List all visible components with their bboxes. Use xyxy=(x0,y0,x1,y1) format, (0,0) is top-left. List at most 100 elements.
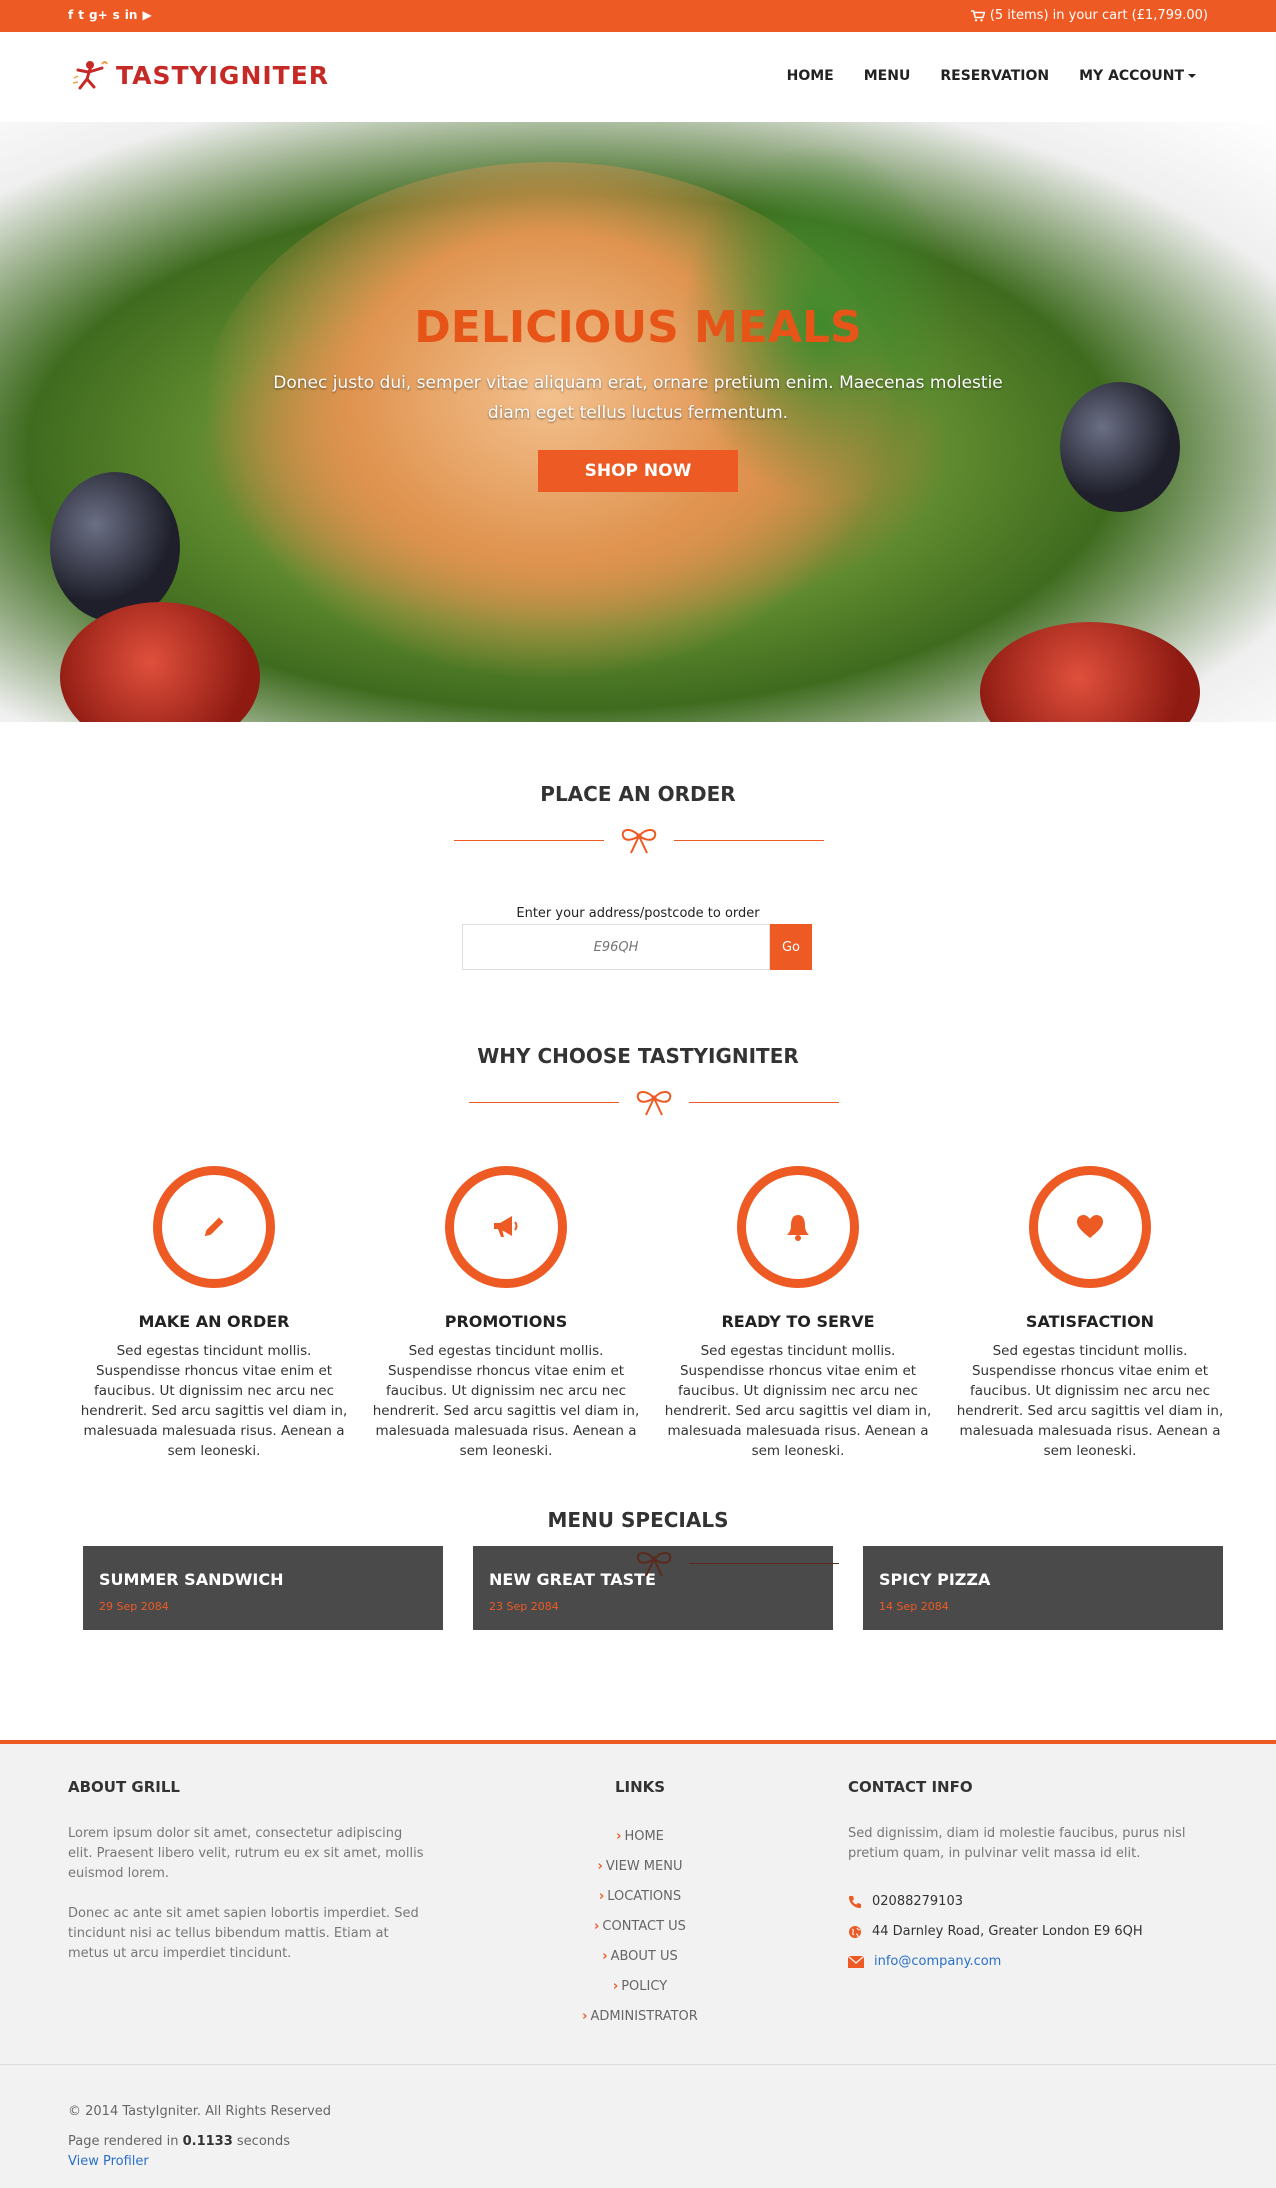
footer-link-policy[interactable]: › POLICY xyxy=(500,1972,780,2002)
render-time: Page rendered in 0.1133 seconds xyxy=(68,2134,290,2149)
nav-my-account[interactable]: MY ACCOUNT xyxy=(1079,68,1196,84)
footer-link-view-menu[interactable]: › VIEW MENU xyxy=(500,1852,780,1882)
feature-satisfaction: SATISFACTION Sed egestas tincidunt molli… xyxy=(952,1166,1228,1461)
footer-link-about-us[interactable]: › ABOUT US xyxy=(500,1942,780,1972)
twitter-icon[interactable]: t xyxy=(78,8,84,22)
nav-home[interactable]: HOME xyxy=(787,68,834,84)
footer-link-label: CONTACT US xyxy=(602,1919,686,1934)
nav-menu[interactable]: MENU xyxy=(864,68,911,84)
bell-icon xyxy=(787,1215,809,1241)
about-text-2: Donec ac ante sit amet sapien lobortis i… xyxy=(68,1906,419,1961)
about-text-1: Lorem ipsum dolor sit amet, consectetur … xyxy=(68,1826,424,1881)
special-date: 29 Sep 2084 xyxy=(99,1600,169,1613)
chevron-right-icon: › xyxy=(597,1859,603,1874)
special-card[interactable]: SPICY PIZZA 14 Sep 2084 xyxy=(863,1546,1223,1630)
site-logo[interactable]: TASTYIGNITER xyxy=(72,58,329,92)
main-nav: HOME MENU RESERVATION MY ACCOUNT xyxy=(787,68,1196,84)
special-card[interactable]: SUMMER SANDWICH 29 Sep 2084 xyxy=(83,1546,443,1630)
top-bar: f t g+ s in ▶ (5 items) in your cart (£1… xyxy=(0,0,1276,32)
nav-reservation[interactable]: RESERVATION xyxy=(940,68,1049,84)
footer-link-home[interactable]: › HOME xyxy=(500,1822,780,1852)
chevron-right-icon: › xyxy=(598,1889,605,1904)
about-title: ABOUT GRILL xyxy=(68,1778,180,1796)
go-button[interactable]: Go xyxy=(770,924,812,970)
site-footer: ABOUT GRILL Lorem ipsum dolor sit amet, … xyxy=(0,1740,1276,2188)
feature-ready-to-serve: READY TO SERVE Sed egestas tincidunt mol… xyxy=(660,1166,936,1461)
site-header: TASTYIGNITER HOME MENU RESERVATION MY AC… xyxy=(0,32,1276,122)
view-profiler-link[interactable]: View Profiler xyxy=(68,2154,149,2169)
contact-title: CONTACT INFO xyxy=(848,1778,973,1796)
chevron-right-icon: › xyxy=(582,2009,588,2024)
youtube-icon[interactable]: ▶ xyxy=(142,8,151,22)
contact-address: 44 Darnley Road, Greater London E9 6QH xyxy=(848,1924,1143,1939)
globe-icon xyxy=(849,1925,861,1938)
divider-line-right xyxy=(689,1102,839,1103)
bow-icon xyxy=(621,829,657,854)
hero-olive-left xyxy=(50,472,180,622)
footer-link-locations[interactable]: › LOCATIONS xyxy=(500,1882,780,1912)
google-plus-icon[interactable]: g+ xyxy=(89,8,108,22)
feature-text: Sed egestas tincidunt mollis. Suspendiss… xyxy=(956,1343,1224,1459)
footer-link-administrator[interactable]: › ADMINISTRATOR xyxy=(500,2002,780,2032)
feature-title: MAKE AN ORDER xyxy=(138,1312,290,1331)
linkedin-icon[interactable]: in xyxy=(125,8,138,22)
place-order-title: PLACE AN ORDER xyxy=(540,782,736,806)
feature-text: Sed egestas tincidunt mollis. Suspendiss… xyxy=(664,1343,932,1459)
caret-down-icon xyxy=(1188,74,1196,78)
chevron-right-icon: › xyxy=(594,1919,600,1934)
feature-ring xyxy=(153,1166,275,1288)
hero-text: Donec justo dui, semper vitae aliquam er… xyxy=(273,373,1003,423)
phone-number: 02088279103 xyxy=(872,1894,963,1909)
footer-divider xyxy=(0,2064,1276,2065)
bow-icon xyxy=(636,1552,672,1577)
envelope-icon xyxy=(848,1955,864,1968)
divider-line-right xyxy=(674,840,824,841)
email-link[interactable]: info@company.com xyxy=(874,1954,1001,1969)
footer-link-label: LOCATIONS xyxy=(607,1889,682,1904)
bow-icon xyxy=(636,1091,672,1116)
special-name: SPICY PIZZA xyxy=(879,1570,991,1589)
skype-icon[interactable]: s xyxy=(113,8,120,22)
render-time-prefix: Page rendered in xyxy=(68,2134,179,2149)
cart-summary: (5 items) in your cart (£1,799.00) xyxy=(989,8,1208,23)
feature-text: Sed egestas tincidunt mollis. Suspendiss… xyxy=(372,1343,640,1459)
contact-phone: 02088279103 xyxy=(848,1894,963,1909)
footer-link-label: VIEW MENU xyxy=(605,1859,683,1874)
feature-title: PROMOTIONS xyxy=(444,1312,568,1331)
section-divider xyxy=(469,1087,839,1117)
links-title: LINKS xyxy=(614,1778,666,1796)
megaphone-icon xyxy=(494,1216,518,1237)
hero-tomato-left xyxy=(60,602,260,722)
why-choose-title: WHY CHOOSE TASTYIGNITER xyxy=(477,1044,799,1068)
hero-heading: DELICIOUS MEALS xyxy=(414,302,862,353)
feature-ring xyxy=(737,1166,859,1288)
cart-link[interactable]: (5 items) in your cart (£1,799.00) xyxy=(970,8,1208,23)
order-label: Enter your address/postcode to order xyxy=(516,906,760,921)
special-date: 14 Sep 2084 xyxy=(879,1600,949,1613)
shop-now-button[interactable]: SHOP NOW xyxy=(538,450,738,492)
footer-link-contact-us[interactable]: › CONTACT US xyxy=(500,1912,780,1942)
contact-email: info@company.com xyxy=(848,1954,1001,1969)
hero-tomato-right xyxy=(980,622,1200,722)
section-divider xyxy=(454,825,824,855)
feature-ring xyxy=(1029,1166,1151,1288)
divider-line-left xyxy=(469,1102,619,1103)
hero-olive-right xyxy=(1060,382,1180,512)
footer-link-label: HOME xyxy=(624,1829,664,1844)
copyright-text: © 2014 TastyIgniter. All Rights Reserved xyxy=(68,2104,332,2119)
chevron-right-icon: › xyxy=(616,1829,622,1844)
social-links: f t g+ s in ▶ xyxy=(68,8,152,22)
feature-title: SATISFACTION xyxy=(1025,1312,1155,1331)
divider-line-left xyxy=(454,840,604,841)
footer-link-label: ABOUT US xyxy=(610,1949,678,1964)
feature-title: READY TO SERVE xyxy=(721,1312,875,1331)
address-text: 44 Darnley Road, Greater London E9 6QH xyxy=(872,1924,1143,1939)
postcode-input[interactable] xyxy=(462,924,770,970)
facebook-icon[interactable]: f xyxy=(68,8,73,22)
phone-icon xyxy=(849,1895,861,1908)
feature-text: Sed egestas tincidunt mollis. Suspendiss… xyxy=(80,1343,348,1459)
divider-line-right xyxy=(689,1563,839,1564)
logo-text: TASTYIGNITER xyxy=(116,60,330,90)
pencil-icon xyxy=(205,1217,224,1236)
footer-links: › HOME › VIEW MENU › LOCATIONS › CONTACT US … xyxy=(500,1822,780,2032)
